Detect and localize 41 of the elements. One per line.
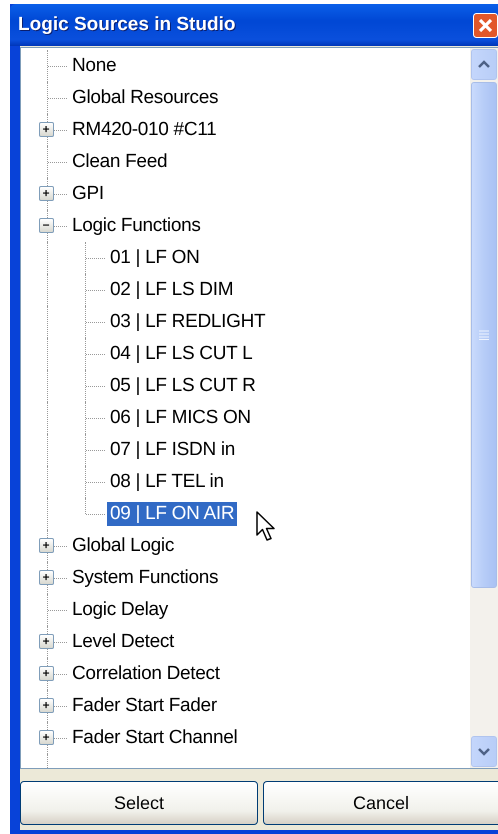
chevron-up-icon (477, 60, 491, 69)
tree-item[interactable]: 06 | LF MICS ON (107, 406, 254, 430)
expand-icon[interactable] (39, 538, 54, 553)
scroll-thumb[interactable] (471, 82, 497, 588)
grip-icon (478, 330, 490, 340)
expand-icon[interactable] (39, 666, 54, 681)
tree-item[interactable]: 03 | LF REDLIGHT (107, 310, 268, 334)
close-icon[interactable] (473, 12, 498, 38)
expand-icon[interactable] (39, 570, 54, 585)
tree-item[interactable]: RM420-010 #C11 (69, 118, 220, 142)
tree-item[interactable]: 05 | LF LS CUT R (107, 374, 259, 398)
tree-item[interactable]: 08 | LF TEL in (107, 470, 227, 494)
collapse-icon[interactable] (39, 218, 54, 233)
scroll-up-button[interactable] (471, 49, 497, 80)
cancel-button[interactable]: Cancel (263, 781, 498, 825)
tree-item[interactable]: Logic Delay (69, 598, 171, 622)
tree-item[interactable]: GPI (69, 182, 107, 206)
expand-icon[interactable] (39, 122, 54, 137)
tree-item[interactable]: 09 | LF ON AIR (107, 502, 238, 526)
window-title: Logic Sources in Studio (18, 14, 236, 36)
tree-item[interactable]: Logic Functions (69, 214, 204, 238)
expand-icon[interactable] (39, 730, 54, 745)
tree-item[interactable]: None (69, 54, 120, 78)
expand-icon[interactable] (39, 698, 54, 713)
chevron-down-icon (477, 747, 491, 756)
tree-item[interactable]: Global Resources (69, 86, 222, 110)
tree-item[interactable]: 01 | LF ON (107, 246, 203, 270)
expand-icon[interactable] (39, 186, 54, 201)
scroll-down-button[interactable] (471, 736, 497, 767)
expand-icon[interactable] (39, 634, 54, 649)
tree-item[interactable]: 02 | LF LS DIM (107, 278, 236, 302)
tree-item[interactable]: Clean Feed (69, 150, 170, 174)
tree-item[interactable]: Global Logic (69, 534, 178, 558)
tree-item[interactable]: System Functions (69, 566, 222, 590)
tree-item[interactable]: 07 | LF ISDN in (107, 438, 238, 462)
tree-item[interactable]: Fader Start Channel (69, 726, 240, 750)
select-button[interactable]: Select (20, 781, 258, 825)
tree-item[interactable]: Correlation Detect (69, 662, 223, 686)
tree-item[interactable]: Fader Start Fader (69, 694, 220, 718)
tree-item[interactable]: 04 | LF LS CUT L (107, 342, 256, 366)
tree-item[interactable]: Level Detect (69, 630, 178, 654)
